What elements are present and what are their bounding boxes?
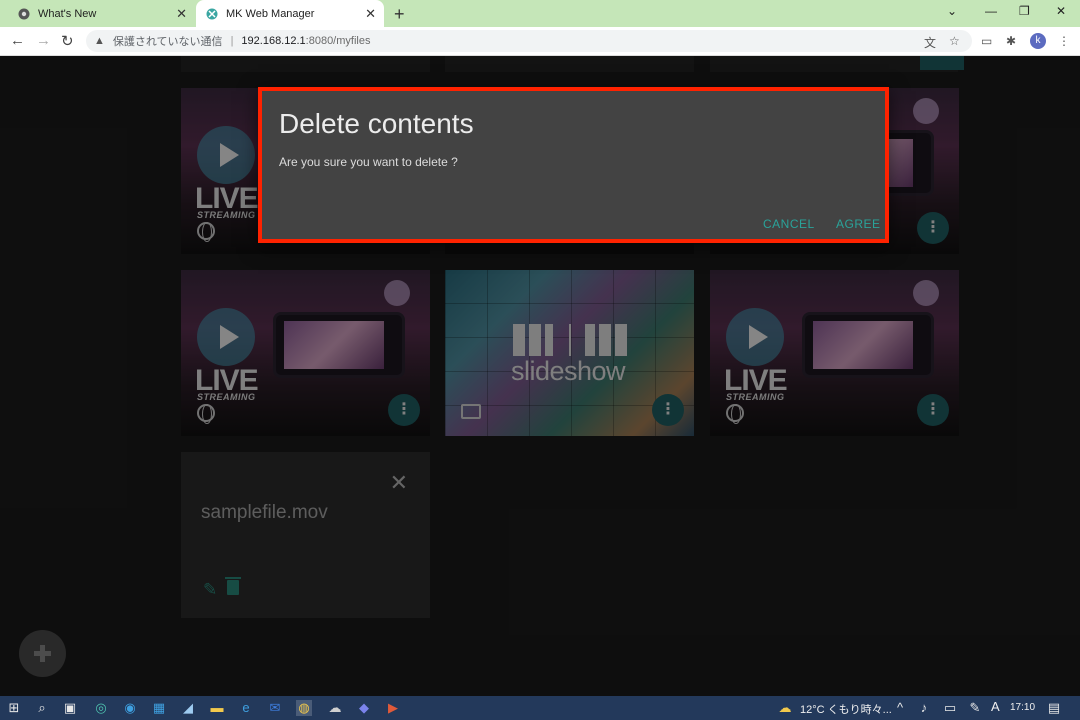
- cancel-button[interactable]: CANCEL: [763, 217, 815, 231]
- chevron-up-icon[interactable]: ^: [892, 700, 908, 716]
- browser-tab-strip: What's New ✕ MK Web Manager ✕ + ⌄ — ❐ ✕: [0, 0, 1080, 27]
- back-icon[interactable]: ←: [10, 32, 25, 49]
- edge-icon[interactable]: ◉: [122, 700, 138, 716]
- tab-mk-web-manager[interactable]: MK Web Manager ✕: [196, 0, 384, 27]
- agree-button[interactable]: AGREE: [836, 217, 881, 231]
- translate-icon[interactable]: 文: [924, 34, 936, 51]
- store-icon[interactable]: ▦: [151, 700, 167, 716]
- url-path: :8080/myfiles: [305, 35, 371, 47]
- file-explorer-icon[interactable]: ▬: [209, 700, 225, 716]
- dialog-title: Delete contents: [279, 108, 474, 139]
- search-icon[interactable]: ⌕: [34, 700, 50, 716]
- divider: |: [230, 35, 234, 47]
- warning-icon[interactable]: ▲: [94, 35, 105, 47]
- browser-toolbar: ← → ↻ ▲ 保護されていない通信 | 192.168.12.1 :8080/…: [0, 27, 1080, 56]
- ime-indicator[interactable]: A: [991, 699, 1000, 714]
- volume-icon[interactable]: ♪: [916, 700, 932, 716]
- weather-text[interactable]: 12°C くもり時々...: [800, 701, 892, 717]
- app-icon[interactable]: ◎: [93, 700, 109, 716]
- address-bar[interactable]: ▲ 保護されていない通信 | 192.168.12.1 :8080/myfile…: [86, 30, 972, 52]
- restore-icon[interactable]: ❐: [1019, 4, 1030, 18]
- tab-label: MK Web Manager: [226, 7, 315, 20]
- notification-icon[interactable]: ▤: [1046, 700, 1062, 716]
- chrome-icon: [18, 8, 30, 19]
- security-label: 保護されていない通信: [112, 36, 223, 48]
- forward-icon[interactable]: →: [36, 32, 51, 49]
- battery-icon[interactable]: ▭: [942, 700, 958, 716]
- internet-explorer-icon[interactable]: e: [238, 700, 254, 716]
- app-icon[interactable]: ◢: [180, 700, 196, 716]
- chrome-menu-icon[interactable]: ⋮: [1058, 34, 1070, 48]
- reload-icon[interactable]: ↻: [61, 32, 74, 50]
- clock[interactable]: 17:10: [1010, 702, 1035, 713]
- powerpoint-icon[interactable]: ▶: [385, 700, 401, 716]
- close-tab-icon[interactable]: ✕: [176, 6, 187, 22]
- delete-confirm-dialog: Delete contents Are you sure you want to…: [258, 87, 889, 243]
- new-tab-icon[interactable]: +: [394, 4, 405, 25]
- profile-avatar[interactable]: k: [1030, 33, 1046, 49]
- pen-icon[interactable]: ✎: [967, 700, 983, 716]
- outlook-icon[interactable]: ✉: [267, 700, 283, 716]
- tab-label: What's New: [38, 7, 97, 20]
- dialog-message: Are you sure you want to delete ?: [279, 155, 458, 169]
- tab-search-icon[interactable]: ⌄: [947, 4, 957, 18]
- app-icon[interactable]: ☁: [327, 700, 343, 716]
- chrome-icon[interactable]: ◍: [296, 700, 312, 716]
- task-view-icon[interactable]: ▣: [62, 700, 78, 716]
- windows-taskbar: ⊞ ⌕ ▣ ◎ ◉ ▦ ◢ ▬ e ✉ ◍ ☁ ◆ ▶ ☁ 12°C くもり時々…: [0, 696, 1080, 720]
- tab-whats-new[interactable]: What's New ✕: [8, 0, 195, 27]
- url-host: 192.168.12.1: [241, 35, 306, 47]
- extensions-icon[interactable]: ✱: [1006, 34, 1016, 48]
- weather-icon[interactable]: ☁: [777, 700, 793, 716]
- close-tab-icon[interactable]: ✕: [365, 6, 376, 22]
- bookmark-star-icon[interactable]: ☆: [949, 34, 960, 48]
- minimize-icon[interactable]: —: [985, 4, 997, 18]
- windows-start-icon[interactable]: ⊞: [6, 700, 22, 716]
- teams-icon[interactable]: ◆: [356, 700, 372, 716]
- cast-icon[interactable]: ▭: [981, 34, 992, 48]
- site-favicon-icon: [206, 8, 218, 19]
- close-window-icon[interactable]: ✕: [1056, 4, 1066, 18]
